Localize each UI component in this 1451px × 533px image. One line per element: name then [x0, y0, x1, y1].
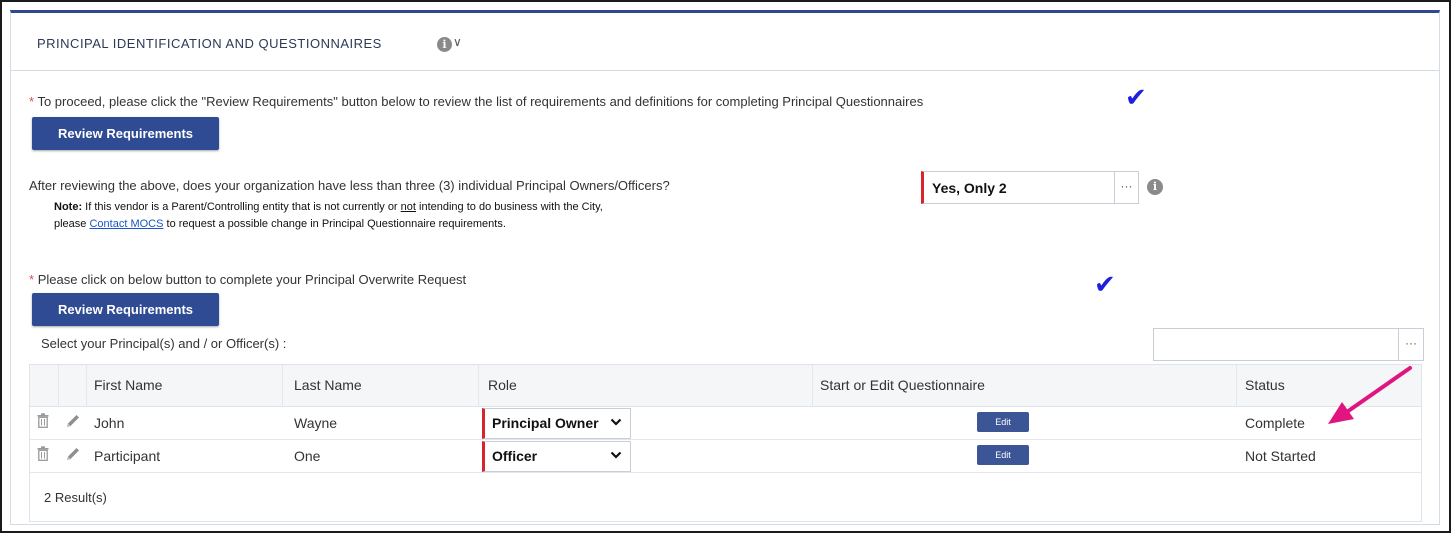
last-name-cell: Wayne	[294, 415, 338, 431]
role-select[interactable]: Principal Owner	[482, 408, 631, 439]
note-underlined-word: not	[400, 201, 416, 213]
principal-lookup-button[interactable]: ···	[1398, 329, 1423, 360]
checkmark-icon: ✔	[1125, 83, 1147, 113]
column-header-status[interactable]: Status	[1245, 377, 1285, 393]
required-marker: *	[29, 272, 35, 287]
role-select-value: Officer	[492, 448, 538, 464]
principal-count-answer-value: Yes, Only 2	[932, 180, 1007, 196]
contact-mocs-link[interactable]: Contact MOCS	[89, 218, 163, 230]
principals-grid: First Name Last Name Role Start or Edit …	[29, 364, 1422, 522]
section-title: PRINCIPAL IDENTIFICATION AND QUESTIONNAI…	[37, 36, 382, 51]
role-select-value: Principal Owner	[492, 415, 599, 431]
trash-icon[interactable]	[37, 446, 49, 461]
result-count: 2 Result(s)	[44, 490, 107, 505]
status-cell: Not Started	[1245, 448, 1316, 464]
checkmark-icon: ✔	[1094, 270, 1116, 300]
note-line-2: please Contact MOCS to request a possibl…	[54, 218, 506, 230]
note-text-part: intending to do business with the City,	[415, 201, 603, 213]
column-header-role[interactable]: Role	[488, 377, 517, 393]
role-select[interactable]: Officer	[482, 441, 631, 472]
principal-search-field[interactable]: ···	[1153, 328, 1424, 361]
info-icon[interactable]: i	[437, 37, 452, 52]
column-header-last-name[interactable]: Last Name	[294, 377, 362, 393]
review-requirements-button[interactable]: Review Requirements	[32, 117, 219, 150]
first-name-cell: John	[94, 415, 125, 431]
review-overwrite-requirements-button[interactable]: Review Requirements	[32, 293, 219, 326]
principal-count-question: After reviewing the above, does your org…	[29, 178, 670, 193]
pencil-icon[interactable]	[65, 413, 81, 429]
chevron-down-icon	[610, 418, 622, 426]
principal-questionnaires-panel: PRINCIPAL IDENTIFICATION AND QUESTIONNAI…	[10, 10, 1440, 525]
requirement-1-label: To proceed, please click the "Review Req…	[37, 94, 924, 109]
table-row: Participant One Officer Edit Not Started	[30, 440, 1421, 473]
chevron-down-icon[interactable]: ∨	[453, 35, 462, 49]
requirement-2-label: Please click on below button to complete…	[37, 272, 467, 287]
requirement-2-text: * Please click on below button to comple…	[29, 272, 466, 287]
last-name-cell: One	[294, 448, 321, 464]
required-marker: *	[29, 94, 35, 109]
annotation-arrow-icon	[1328, 366, 1412, 424]
pencil-icon[interactable]	[65, 446, 81, 462]
column-header-first-name[interactable]: First Name	[94, 377, 162, 393]
note-line-1: Note: If this vendor is a Parent/Control…	[54, 201, 603, 213]
edit-questionnaire-button[interactable]: Edit	[977, 412, 1029, 432]
grid-header-row: First Name Last Name Role Start or Edit …	[30, 365, 1421, 407]
edit-questionnaire-button[interactable]: Edit	[977, 445, 1029, 465]
note-text-part: to request a possible change in Principa…	[163, 218, 506, 230]
table-row: John Wayne Principal Owner Edit Complete	[30, 407, 1421, 440]
panel-header[interactable]: PRINCIPAL IDENTIFICATION AND QUESTIONNAI…	[11, 13, 1439, 71]
answer-lookup-button[interactable]: ···	[1114, 172, 1138, 203]
first-name-cell: Participant	[94, 448, 161, 464]
status-cell: Complete	[1245, 415, 1305, 431]
requirement-1-text: * To proceed, please click the "Review R…	[29, 94, 923, 109]
note-text-part: If this vendor is a Parent/Controlling e…	[85, 201, 401, 213]
info-icon[interactable]: i	[1147, 179, 1163, 195]
chevron-down-icon	[610, 451, 622, 459]
note-label: Note:	[54, 201, 83, 213]
column-header-questionnaire[interactable]: Start or Edit Questionnaire	[820, 377, 985, 393]
note-text-part: please	[54, 218, 90, 230]
principals-select-label: Select your Principal(s) and / or Office…	[41, 336, 287, 351]
grid-footer: 2 Result(s)	[30, 474, 1421, 521]
trash-icon[interactable]	[37, 413, 49, 428]
principal-count-answer-field[interactable]: Yes, Only 2 ···	[921, 171, 1139, 204]
